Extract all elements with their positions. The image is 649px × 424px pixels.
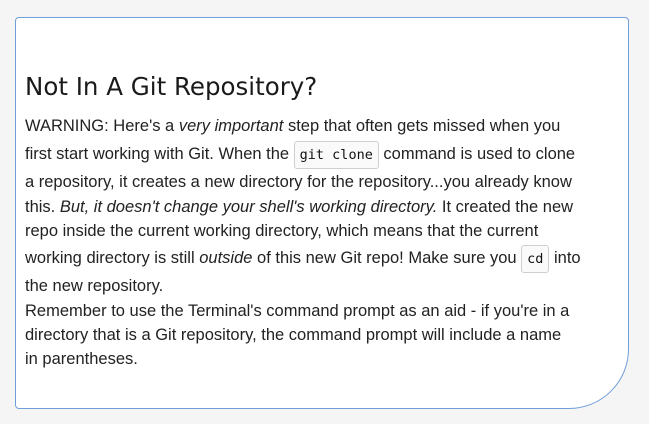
warning-line-6: working directory is still outside of th… <box>25 243 600 274</box>
warning-line-2: first start working with Git. When the g… <box>25 139 600 170</box>
section-heading: Not In A Git Repository? <box>25 72 318 101</box>
emphasis-very-important: very important <box>178 117 284 135</box>
emphasis-outside: outside <box>199 249 253 267</box>
reminder-line-2: directory that is a Git repository, the … <box>25 326 562 344</box>
code-git-clone: git clone <box>293 140 379 169</box>
warning-line-7: the new repository. <box>25 277 164 295</box>
warning-line-5: repo inside the current working director… <box>25 222 539 240</box>
note-body: WARNING: Here's a very important step th… <box>25 114 600 371</box>
warning-line-1: WARNING: Here's a very important step th… <box>25 117 561 135</box>
reminder-line-1: Remember to use the Terminal's command p… <box>25 302 570 320</box>
code-cd: cd <box>521 244 550 273</box>
warning-line-4: this. But, it doesn't change your shell'… <box>25 198 574 216</box>
emphasis-working-directory: But, it doesn't change your shell's work… <box>59 198 438 216</box>
warning-line-3: a repository, it creates a new directory… <box>25 173 572 191</box>
reminder-line-3: in parentheses. <box>25 350 138 368</box>
